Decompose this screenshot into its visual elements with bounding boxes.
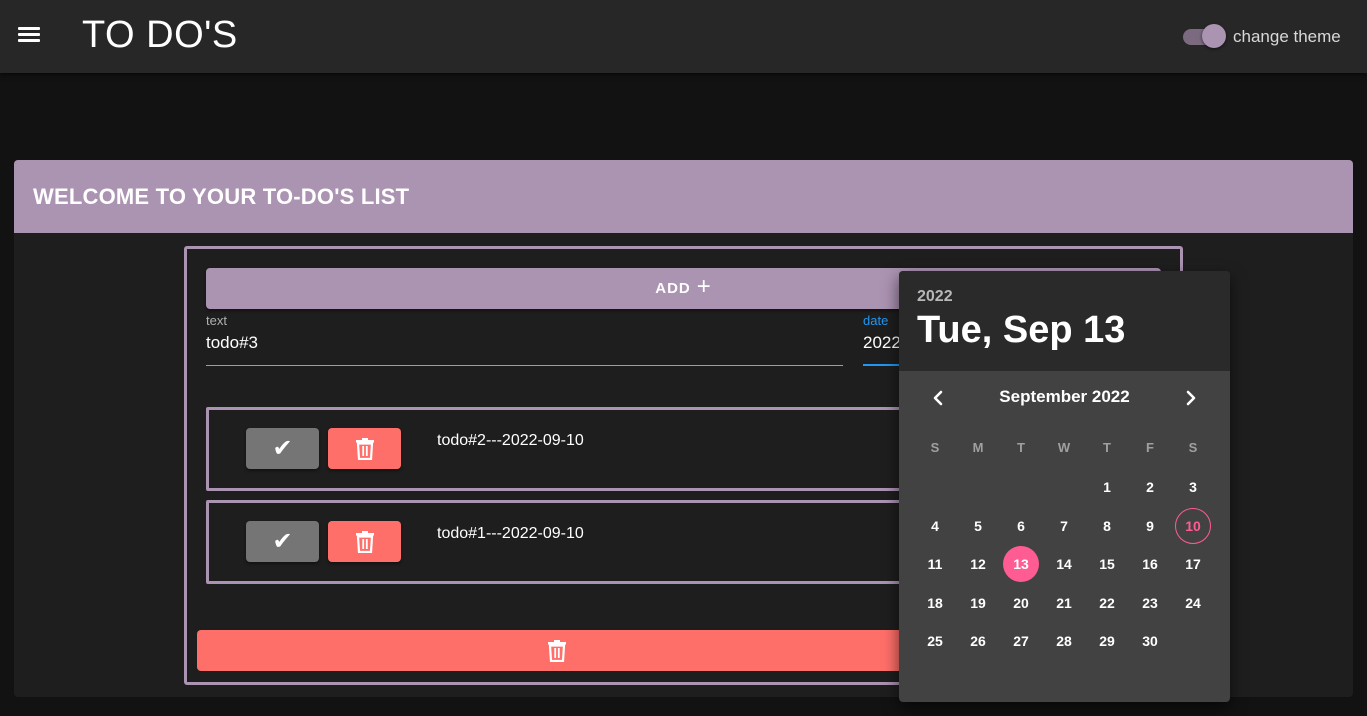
calendar-day-today[interactable]: 10 xyxy=(1175,508,1211,544)
calendar-day[interactable]: 3 xyxy=(1175,469,1211,505)
calendar-day-selected[interactable]: 13 xyxy=(1003,546,1039,582)
date-field[interactable]: date 2022-09-13 xyxy=(863,313,903,366)
calendar-day[interactable]: 18 xyxy=(917,585,953,621)
text-field[interactable]: text todo#3 xyxy=(206,313,843,366)
calendar-day[interactable]: 12 xyxy=(960,546,996,582)
trash-icon xyxy=(548,639,566,662)
calendar-day[interactable]: 19 xyxy=(960,585,996,621)
theme-toggle-thumb[interactable] xyxy=(1202,24,1226,48)
calendar-day[interactable]: 26 xyxy=(960,623,996,659)
chevron-right-icon[interactable] xyxy=(1178,385,1204,411)
calendar-day[interactable]: 22 xyxy=(1089,585,1125,621)
todo-text: todo#2---2022-09-10 xyxy=(437,432,584,449)
card-title: WELCOME TO YOUR TO-DO'S LIST xyxy=(33,183,410,209)
calendar-day[interactable]: 11 xyxy=(917,546,953,582)
date-picker-header: 2022 Tue, Sep 13 xyxy=(899,271,1230,371)
delete-button[interactable] xyxy=(328,521,401,562)
weekday-header: S xyxy=(930,440,940,455)
date-picker: 2022 Tue, Sep 13 September 2022 SMTWTFS1… xyxy=(899,271,1230,702)
theme-toggle-track[interactable] xyxy=(1183,24,1226,48)
trash-icon xyxy=(355,530,374,553)
date-picker-selected-date: Tue, Sep 13 xyxy=(917,309,1126,351)
todo-item: ✔ todo#2---2022-09-10 xyxy=(206,407,926,491)
calendar-day[interactable]: 29 xyxy=(1089,623,1125,659)
check-icon: ✔ xyxy=(272,528,293,555)
calendar-day[interactable]: 28 xyxy=(1046,623,1082,659)
weekday-header: T xyxy=(1017,440,1025,455)
calendar-day[interactable]: 1 xyxy=(1089,469,1125,505)
weekday-header: W xyxy=(1057,440,1071,455)
calendar-day[interactable]: 16 xyxy=(1132,546,1168,582)
todo-text: todo#1---2022-09-10 xyxy=(437,525,584,542)
text-field-underline xyxy=(206,365,843,366)
calendar-day[interactable]: 17 xyxy=(1175,546,1211,582)
text-field-label: text xyxy=(206,313,227,328)
calendar-day[interactable]: 15 xyxy=(1089,546,1125,582)
plus-icon: + xyxy=(696,273,712,300)
weekday-header: M xyxy=(972,440,984,455)
calendar-day[interactable]: 27 xyxy=(1003,623,1039,659)
complete-button[interactable]: ✔ xyxy=(246,428,319,469)
date-field-label: date xyxy=(863,313,889,328)
complete-button[interactable]: ✔ xyxy=(246,521,319,562)
calendar-day[interactable]: 2 xyxy=(1132,469,1168,505)
calendar-day[interactable]: 20 xyxy=(1003,585,1039,621)
calendar-day[interactable]: 30 xyxy=(1132,623,1168,659)
app-title: TO DO'S xyxy=(82,14,238,56)
check-icon: ✔ xyxy=(272,435,293,462)
weekday-header: T xyxy=(1103,440,1111,455)
theme-toggle[interactable]: change theme xyxy=(1183,24,1341,50)
calendar-day[interactable]: 6 xyxy=(1003,508,1039,544)
weekday-header: S xyxy=(1188,440,1198,455)
delete-button[interactable] xyxy=(328,428,401,469)
weekday-header: F xyxy=(1146,440,1154,455)
date-input[interactable]: 2022-09-13 xyxy=(863,333,903,353)
todo-item: ✔ todo#1---2022-09-10 xyxy=(206,500,926,584)
menu-icon[interactable] xyxy=(18,24,46,48)
app-bar: TO DO'S change theme xyxy=(0,0,1367,73)
date-picker-year[interactable]: 2022 xyxy=(917,288,1230,306)
delete-all-button[interactable] xyxy=(197,630,917,671)
date-field-underline xyxy=(863,364,903,366)
add-button-label: ADD xyxy=(655,280,691,297)
calendar-day[interactable]: 21 xyxy=(1046,585,1082,621)
calendar-day[interactable]: 7 xyxy=(1046,508,1082,544)
trash-icon xyxy=(355,437,374,460)
theme-toggle-label: change theme xyxy=(1233,27,1341,46)
calendar-day[interactable]: 9 xyxy=(1132,508,1168,544)
text-input[interactable]: todo#3 xyxy=(206,333,843,353)
card-header: WELCOME TO YOUR TO-DO'S LIST xyxy=(14,160,1353,233)
calendar-day[interactable]: 24 xyxy=(1175,585,1211,621)
calendar-day[interactable]: 8 xyxy=(1089,508,1125,544)
date-picker-nav: September 2022 xyxy=(899,381,1230,415)
calendar-day[interactable]: 23 xyxy=(1132,585,1168,621)
calendar-day[interactable]: 4 xyxy=(917,508,953,544)
calendar-day[interactable]: 14 xyxy=(1046,546,1082,582)
calendar-day[interactable]: 25 xyxy=(917,623,953,659)
calendar-day[interactable]: 5 xyxy=(960,508,996,544)
